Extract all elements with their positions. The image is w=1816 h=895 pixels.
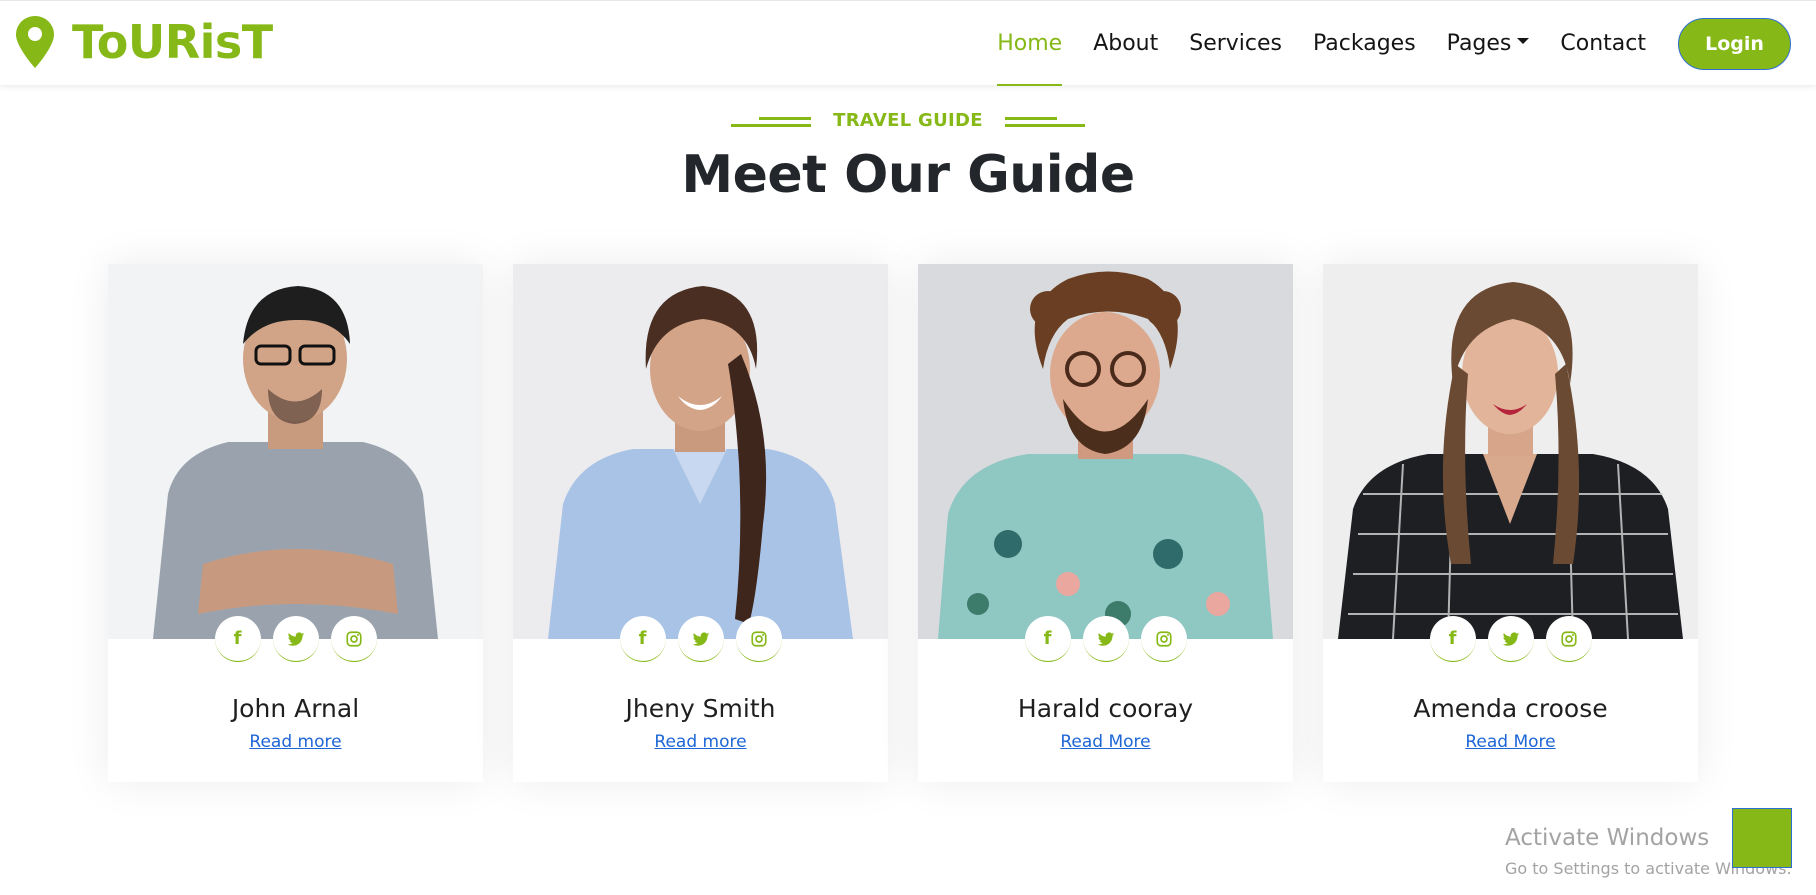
nav-pages-dropdown[interactable]: Pages [1447,1,1530,86]
read-more-link[interactable]: Read more [513,732,888,752]
eyebrow-lines-left [731,113,812,129]
social-links: f [918,616,1293,662]
social-links: f [108,616,483,662]
nav-services[interactable]: Services [1189,1,1282,86]
guide-card: f John Arnal Read more [108,264,483,782]
nav-home[interactable]: Home [997,1,1062,86]
caret-down-icon [1517,37,1530,44]
guide-photo [1323,264,1698,639]
guide-photo [513,264,888,639]
guide-photo [918,264,1293,639]
twitter-icon[interactable] [1082,616,1129,662]
nav-packages[interactable]: Packages [1313,1,1416,86]
brand-name: ToURisT [72,15,273,69]
facebook-icon[interactable]: f [1429,616,1476,662]
nav-about[interactable]: About [1093,1,1158,86]
facebook-icon[interactable]: f [1024,616,1071,662]
read-more-link[interactable]: Read More [1323,732,1698,752]
guide-card: f Harald cooray Read More [918,264,1293,782]
facebook-icon[interactable]: f [214,616,261,662]
back-to-top-button[interactable] [1732,808,1792,868]
guide-card: f Amenda croose Read More [1323,264,1698,782]
guide-name: Jheny Smith [625,694,776,723]
twitter-icon[interactable] [1487,616,1534,662]
guide-name: John Arnal [231,694,360,723]
eyebrow-text: TRAVEL GUIDE [833,110,983,131]
guide-name: Harald cooray [1017,694,1194,723]
guide-name: Amenda croose [1413,694,1608,723]
twitter-icon[interactable] [677,616,724,662]
read-more-link[interactable]: Read more [108,732,483,752]
instagram-icon[interactable] [330,616,377,662]
eyebrow-lines-right [1004,113,1085,129]
navbar: ToURisT Home About Services Packages Pag… [0,0,1816,86]
facebook-icon[interactable]: f [619,616,666,662]
nav-pages-label: Pages [1446,31,1512,56]
twitter-icon[interactable] [272,616,319,662]
main-nav: Home About Services Packages Pages Conta… [966,1,1791,86]
instagram-icon[interactable] [1140,616,1187,662]
social-links: f [1323,616,1698,662]
login-button[interactable]: Login [1678,17,1791,70]
guide-cards: f John Arnal Read more f Jheny Smith Rea… [108,264,1698,782]
brand-logo[interactable]: ToURisT [16,16,273,68]
social-links: f [513,616,888,662]
map-pin-icon [16,16,54,68]
guide-photo [108,264,483,639]
nav-contact[interactable]: Contact [1560,1,1646,86]
instagram-icon[interactable] [1545,616,1592,662]
section-eyebrow: TRAVEL GUIDE [0,110,1816,131]
read-more-link[interactable]: Read More [918,732,1293,752]
instagram-icon[interactable] [735,616,782,662]
guide-card: f Jheny Smith Read more [513,264,888,782]
section-title: Meet Our Guide [681,145,1135,205]
